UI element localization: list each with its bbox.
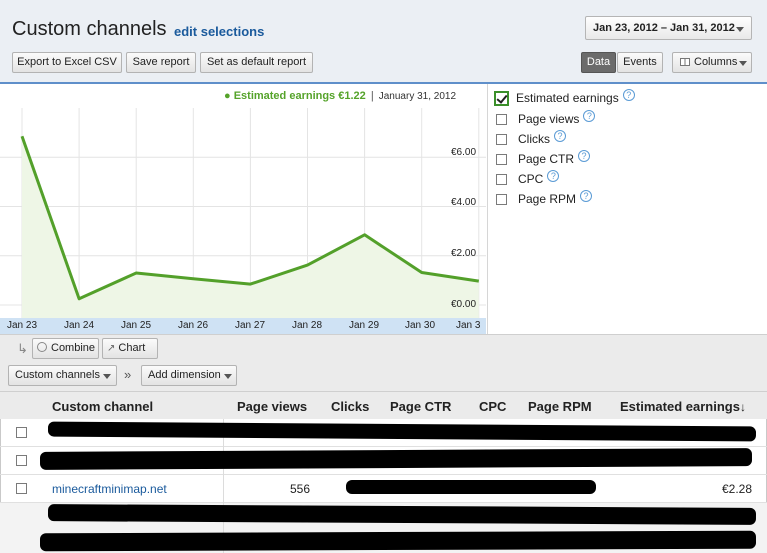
combine-icon xyxy=(37,342,47,352)
metric-checkbox[interactable] xyxy=(496,173,507,185)
metric-checkbox[interactable] xyxy=(496,153,507,165)
row-checkbox[interactable] xyxy=(16,483,27,494)
metric-label: CPC xyxy=(518,172,544,186)
x-tick-label: Jan 29 xyxy=(348,320,380,331)
metric-label: Page CTR xyxy=(518,152,575,166)
redaction-mark xyxy=(346,480,596,494)
sort-desc-icon: ↓ xyxy=(739,400,746,414)
col-page-rpm[interactable]: Page RPM xyxy=(528,399,592,414)
export-csv-button[interactable]: Export to Excel CSV xyxy=(12,52,122,73)
metric-label: Estimated earnings xyxy=(516,91,619,105)
edit-selections-link[interactable]: edit selections xyxy=(174,24,264,39)
chevron-down-icon xyxy=(103,374,111,379)
metric-label: Page RPM xyxy=(518,192,577,206)
col-clicks[interactable]: Clicks xyxy=(331,399,369,414)
metric-clicks[interactable]: Clicks ? xyxy=(496,130,566,147)
redaction-mark xyxy=(39,530,757,552)
x-tick-label: Jan 28 xyxy=(291,320,323,331)
help-icon[interactable]: ? xyxy=(622,89,635,101)
channel-link[interactable]: minecraftminimap.net xyxy=(52,482,167,496)
redaction-mark xyxy=(39,448,753,470)
x-tick-label: Jan 24 xyxy=(63,320,95,331)
metric-checkbox[interactable] xyxy=(496,133,507,145)
row-checkbox[interactable] xyxy=(16,427,27,438)
metric-label: Clicks xyxy=(518,132,550,146)
y-tick-label: €6.00 xyxy=(451,147,477,158)
help-icon[interactable]: ? xyxy=(578,150,591,162)
x-tick-label: Jan 23 xyxy=(6,320,38,331)
columns-icon xyxy=(680,58,690,66)
chevron-down-icon xyxy=(224,374,232,379)
date-range-picker[interactable]: Jan 23, 2012 – Jan 31, 2012 xyxy=(585,16,752,40)
help-icon[interactable]: ? xyxy=(583,110,596,122)
chart-label: Chart xyxy=(118,342,146,354)
chart-button[interactable]: ↗ Chart xyxy=(102,338,158,359)
dimension-label: Custom channels xyxy=(15,369,100,381)
earnings-value: €2.28 xyxy=(721,482,752,496)
x-tick-label: Jan 30 xyxy=(404,320,436,331)
set-default-report-button[interactable]: Set as default report xyxy=(200,52,313,73)
metric-label: Page views xyxy=(518,112,580,126)
help-icon[interactable]: ? xyxy=(547,170,560,182)
y-tick-label: €0.00 xyxy=(451,299,477,310)
help-icon[interactable]: ? xyxy=(580,190,593,202)
date-range-label: Jan 23, 2012 – Jan 31, 2012 xyxy=(593,22,735,34)
metric-cpc[interactable]: CPC ? xyxy=(496,170,560,187)
metric-page-views[interactable]: Page views ? xyxy=(496,110,596,127)
col-estimated-earnings-label: Estimated earnings xyxy=(620,399,740,414)
metric-page-rpm[interactable]: Page RPM ? xyxy=(496,190,593,207)
col-custom-channel[interactable]: Custom channel xyxy=(52,399,153,414)
y-tick-label: €2.00 xyxy=(451,248,477,259)
columns-label: Columns xyxy=(694,56,738,68)
chevron-right-icon: » xyxy=(124,367,132,382)
events-view-button[interactable]: Events xyxy=(617,52,663,73)
col-page-ctr[interactable]: Page CTR xyxy=(390,399,451,414)
columns-button[interactable]: Columns xyxy=(672,52,752,73)
add-dimension-label: Add dimension xyxy=(148,369,221,381)
dimension-dropdown[interactable]: Custom channels xyxy=(8,365,117,386)
row-checkbox[interactable] xyxy=(16,455,27,466)
metric-estimated-earnings[interactable]: Estimated earnings ? xyxy=(494,89,635,106)
data-view-button[interactable]: Data xyxy=(581,52,616,73)
metric-checkbox[interactable] xyxy=(494,90,509,106)
y-tick-label: €4.00 xyxy=(451,197,477,208)
col-page-views[interactable]: Page views xyxy=(237,399,307,414)
x-tick-label: Jan 3 xyxy=(456,320,481,331)
help-icon[interactable]: ? xyxy=(554,130,566,142)
earnings-line-chart xyxy=(0,108,486,318)
add-dimension-button[interactable]: Add dimension xyxy=(141,365,237,386)
chevron-down-icon xyxy=(736,27,744,32)
metric-checkbox[interactable] xyxy=(496,113,507,125)
page-views-value: 556 xyxy=(289,482,310,496)
chevron-down-icon xyxy=(739,61,747,66)
x-tick-label: Jan 27 xyxy=(234,320,266,331)
x-tick-label: Jan 26 xyxy=(177,320,209,331)
table-header: Custom channel Page views Clicks Page CT… xyxy=(0,391,767,419)
x-tick-label: Jan 25 xyxy=(120,320,152,331)
page-title: Custom channels xyxy=(12,18,167,40)
line-chart-icon: ↗ xyxy=(107,343,116,354)
subdirectory-arrow-icon: ↳ xyxy=(17,341,28,356)
metric-checkbox[interactable] xyxy=(496,193,507,205)
col-estimated-earnings[interactable]: Estimated earnings↓ xyxy=(620,399,746,414)
report-header: Custom channels edit selections Jan 23, … xyxy=(0,0,767,84)
combine-button[interactable]: Combine xyxy=(32,338,99,359)
combine-label: Combine xyxy=(51,342,96,354)
save-report-button[interactable]: Save report xyxy=(126,52,196,73)
col-cpc[interactable]: CPC xyxy=(479,399,506,414)
metric-page-ctr[interactable]: Page CTR ? xyxy=(496,150,591,167)
